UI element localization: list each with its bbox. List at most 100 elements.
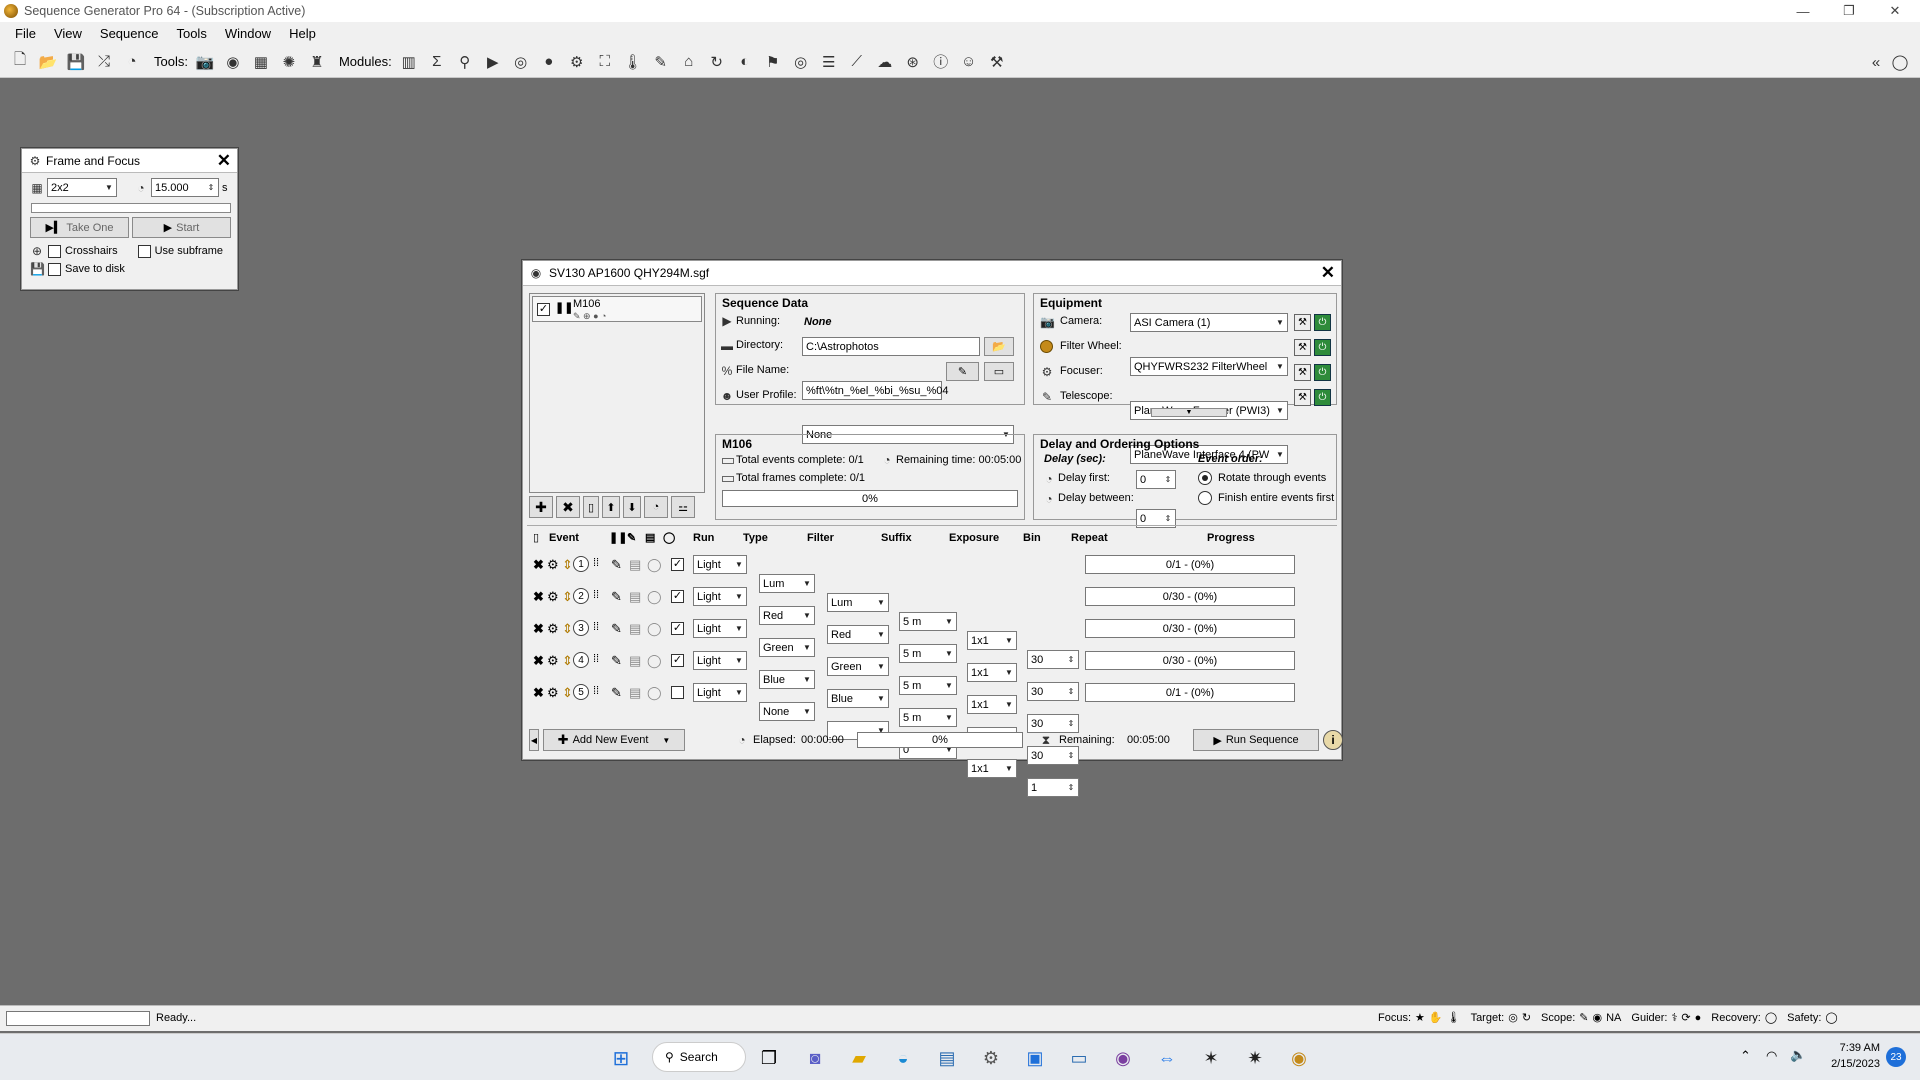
status-target-refresh-icon[interactable]: ↻	[1522, 1011, 1531, 1024]
event-run-checkbox[interactable]: ✓	[671, 590, 684, 603]
add-new-event-button[interactable]: ✚ Add New Event ▼	[543, 729, 685, 751]
status-guider-redo-icon[interactable]: ⟳	[1681, 1011, 1690, 1024]
event-pause-icon[interactable]: ⁞⁞	[593, 621, 599, 633]
menu-sequence[interactable]: Sequence	[91, 22, 168, 46]
event-pause-icon[interactable]: ⁞⁞	[593, 685, 599, 697]
event-script-icon[interactable]: ▤	[629, 589, 641, 605]
clock-date[interactable]: 2/15/2023	[1818, 1058, 1880, 1070]
weather-icon[interactable]: ☁	[874, 51, 896, 73]
delete-event-icon[interactable]: ✖	[533, 589, 544, 605]
event-run-checkbox[interactable]: ✓	[671, 654, 684, 667]
sun-icon[interactable]: ✺	[278, 51, 300, 73]
delete-event-icon[interactable]: ✖	[533, 557, 544, 573]
file-explorer-icon[interactable]: ▰	[844, 1043, 874, 1073]
menu-file[interactable]: File	[6, 22, 45, 46]
status-scope-globe-icon[interactable]: ◉	[1593, 1011, 1603, 1024]
camera-select[interactable]: ASI Camera (1) ▼	[1130, 313, 1288, 332]
event-settings-icon[interactable]: ⚙	[547, 557, 559, 573]
use-subframe-checkbox[interactable]	[137, 244, 151, 258]
telescope-icon[interactable]: ✎	[650, 51, 672, 73]
status-focus-star-icon[interactable]: ★	[1415, 1011, 1425, 1024]
filename-preview-button[interactable]: ▭	[984, 362, 1014, 381]
camera-icon[interactable]: 📷	[194, 51, 216, 73]
event-pause-icon[interactable]: ⁞⁞	[593, 653, 599, 665]
event-settings-icon[interactable]: ⚙	[547, 589, 559, 605]
thermometer-icon[interactable]: 🌡	[622, 51, 644, 73]
sgpro-taskbar-icon[interactable]: ◉	[1284, 1043, 1314, 1073]
event-settings-icon[interactable]: ⚙	[547, 685, 559, 701]
event-run-checkbox[interactable]	[671, 686, 684, 699]
directory-input[interactable]: C:\Astrophotos	[802, 337, 980, 356]
contrast-icon[interactable]: ◐	[734, 51, 756, 73]
status-safety-icon[interactable]: ◯	[1825, 1011, 1837, 1024]
event-type-select[interactable]: Light ▼	[693, 555, 747, 574]
shuffle-icon[interactable]: ⤮	[93, 51, 115, 73]
framing-icon[interactable]: ⛶	[594, 51, 616, 73]
telescope-settings-icon[interactable]: ⚒	[1294, 389, 1311, 406]
user-icon[interactable]: ☺	[958, 51, 980, 73]
target-options-button[interactable]: ⚍	[671, 496, 695, 518]
reorder-event-icon[interactable]: ⇕	[562, 589, 573, 605]
delay-first-input[interactable]: 0 ⇕	[1136, 470, 1176, 489]
store-icon[interactable]: ▣	[1020, 1043, 1050, 1073]
target-pause-icon[interactable]: ❚❚	[555, 301, 573, 314]
status-scope-icon[interactable]: ✎	[1579, 1011, 1588, 1024]
menu-window[interactable]: Window	[216, 22, 280, 46]
volume-icon[interactable]: 🔈	[1790, 1047, 1806, 1063]
remote-desktop-icon[interactable]: ▭	[1064, 1043, 1094, 1073]
edge-icon[interactable]: ◒	[888, 1043, 918, 1073]
notepad-icon[interactable]: ▤	[932, 1043, 962, 1073]
bottle-icon[interactable]: ♜	[306, 51, 328, 73]
dome-icon[interactable]: ⌂	[678, 51, 700, 73]
notification-badge[interactable]: 23	[1886, 1047, 1906, 1067]
focuser-connect-icon[interactable]: ⏻	[1314, 364, 1331, 381]
settings-icon[interactable]: ⚙	[566, 51, 588, 73]
delete-target-button[interactable]: ✖	[556, 496, 580, 518]
open-sequence-icon[interactable]: 📂	[37, 51, 59, 73]
event-settings-icon[interactable]: ⚙	[547, 621, 559, 637]
event-bin-select[interactable]: 1x1 ▼	[967, 759, 1017, 778]
status-guider-icon[interactable]: ⚕	[1671, 1011, 1677, 1024]
menu-tools[interactable]: Tools	[167, 22, 215, 46]
target-schedule-button[interactable]: ◔	[644, 496, 668, 518]
delete-event-icon[interactable]: ✖	[533, 621, 544, 637]
event-script-icon[interactable]: ▤	[629, 685, 641, 701]
expand-equipment-button[interactable]: ▼	[1151, 408, 1227, 417]
delete-event-icon[interactable]: ✖	[533, 653, 544, 669]
move-target-down-button[interactable]: ⬇	[623, 496, 641, 518]
astro-app-2-icon[interactable]: ✷	[1240, 1043, 1270, 1073]
event-repeat-input[interactable]: 1 ⇕	[1027, 778, 1079, 797]
event-type-select[interactable]: Light ▼	[693, 683, 747, 702]
reorder-event-icon[interactable]: ⇕	[562, 653, 573, 669]
event-edit-icon[interactable]: ✎	[611, 557, 622, 573]
focuser-settings-icon[interactable]: ⚒	[1294, 364, 1311, 381]
zoom-icon[interactable]: ⚲	[454, 51, 476, 73]
event-edit-icon[interactable]: ✎	[611, 589, 622, 605]
target-enabled-checkbox[interactable]: ✓	[537, 303, 550, 316]
collapse-toolbar-icon[interactable]: «	[1865, 51, 1887, 73]
sequence-close-icon[interactable]: ✕	[1321, 263, 1335, 283]
status-focus-hand-icon[interactable]: ✋	[1429, 1011, 1443, 1024]
close-window-button[interactable]: ✕	[1872, 0, 1918, 22]
play-icon[interactable]: ▶	[482, 51, 504, 73]
rotate-events-radio[interactable]	[1198, 471, 1212, 485]
event-edit-icon[interactable]: ✎	[611, 653, 622, 669]
clock-icon[interactable]: ◔	[121, 51, 143, 73]
event-type-select[interactable]: Light ▼	[693, 587, 747, 606]
event-script-icon[interactable]: ▤	[629, 621, 641, 637]
filter-wheel-settings-icon[interactable]: ⚒	[1294, 339, 1311, 356]
event-comment-icon[interactable]: ◯	[647, 653, 662, 669]
wifi-icon[interactable]: ◠	[1766, 1048, 1777, 1064]
event-script-icon[interactable]: ▤	[629, 653, 641, 669]
start-button[interactable]: ▶ Start	[132, 217, 231, 238]
wrench-icon[interactable]: ⚒	[986, 51, 1008, 73]
event-pause-icon[interactable]: ⁞⁞	[593, 589, 599, 601]
take-one-button[interactable]: ▶▍ Take One	[30, 217, 129, 238]
camera-connect-icon[interactable]: ⏻	[1314, 314, 1331, 331]
astro-app-1-icon[interactable]: ✶	[1196, 1043, 1226, 1073]
filter-wheel-select[interactable]: QHYFWRS232 FilterWheel ▼	[1130, 357, 1288, 376]
task-view-icon[interactable]: ❐	[754, 1043, 784, 1073]
event-filter-select[interactable]: None ▼	[759, 702, 815, 721]
crosshairs-checkbox[interactable]	[48, 244, 61, 258]
menu-help[interactable]: Help	[280, 22, 325, 46]
